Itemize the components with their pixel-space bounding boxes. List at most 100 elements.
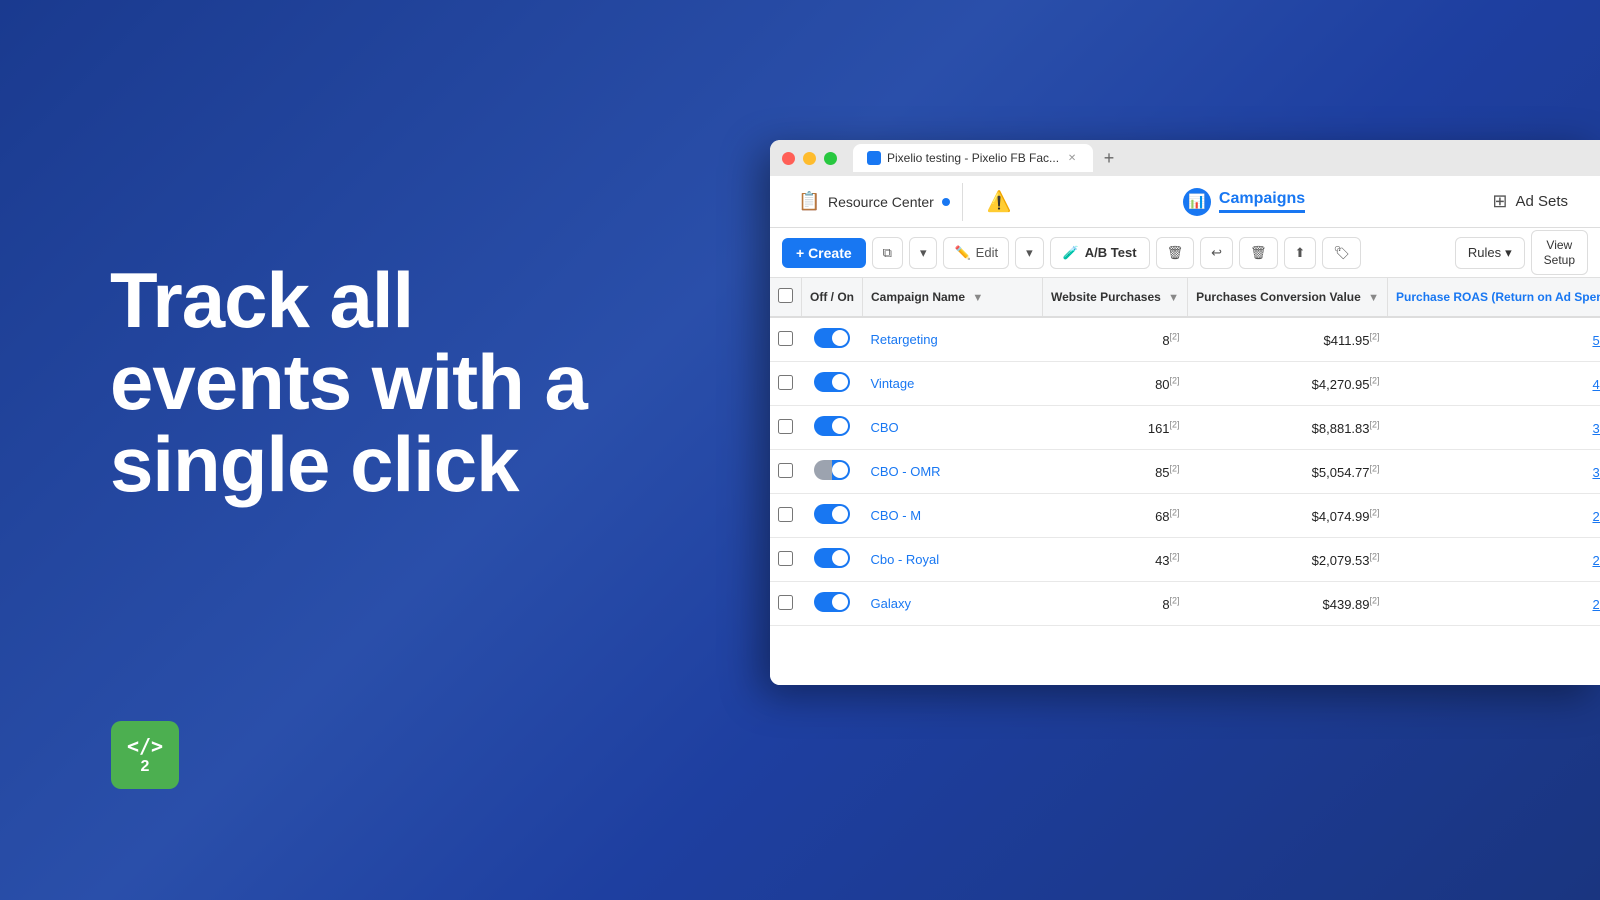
roas-value-1: 4.27[2]	[1592, 377, 1600, 392]
ad-sets-label: Ad Sets	[1515, 193, 1568, 210]
traffic-light-green[interactable]	[824, 152, 837, 165]
browser-tab-active[interactable]: Pixelio testing - Pixelio FB Fac... ✕	[853, 144, 1093, 172]
resource-center-nav[interactable]: 📋 Resource Center	[786, 183, 963, 221]
tab-bar: Pixelio testing - Pixelio FB Fac... ✕ +	[853, 144, 1588, 172]
conv-value-filter-icon: ▼	[1368, 292, 1379, 304]
row-checkbox-1[interactable]	[778, 375, 793, 390]
purchases-value-4: 68[2]	[1155, 509, 1179, 524]
logo-code-symbol: </>	[127, 734, 163, 758]
delete-button[interactable]: 🗑	[1156, 237, 1195, 269]
th-checkbox	[770, 278, 802, 317]
toggle-switch-4[interactable]	[814, 504, 850, 524]
row-checkbox-2[interactable]	[778, 419, 793, 434]
conv-value-3: $5,054.77[2]	[1312, 465, 1380, 480]
tab-close-icon[interactable]: ✕	[1065, 151, 1079, 165]
ad-sets-nav[interactable]: ⊞ Ad Sets	[1476, 191, 1584, 212]
create-button[interactable]: + Create	[782, 238, 866, 268]
tab-title: Pixelio testing - Pixelio FB Fac...	[887, 151, 1059, 165]
roas-value-0: 5.56[2]	[1592, 333, 1600, 348]
campaign-link-4[interactable]: CBO - M	[871, 508, 922, 523]
campaign-link-1[interactable]: Vintage	[871, 376, 915, 391]
ab-test-icon: 🧪	[1063, 245, 1079, 261]
toggle-switch-1[interactable]	[814, 372, 850, 392]
app-content: 📋 Resource Center ⚠️ 📊 Campaigns ⊞ Ad Se…	[770, 176, 1600, 685]
traffic-light-red[interactable]	[782, 152, 795, 165]
conv-value-5: $2,079.53[2]	[1312, 553, 1380, 568]
row-checkbox-4[interactable]	[778, 507, 793, 522]
view-setup-button[interactable]: ViewSetup	[1531, 230, 1588, 275]
table-header-row: Off / On Campaign Name ▼ Website Purchas…	[770, 278, 1600, 317]
row-checkbox-5[interactable]	[778, 551, 793, 566]
conv-value-0: $411.95[2]	[1323, 333, 1379, 348]
roas-value-3: 3.03[2]	[1592, 465, 1600, 480]
th-website-purchases[interactable]: Website Purchases ▼	[1043, 278, 1188, 317]
conv-value-6: $439.89[2]	[1323, 597, 1380, 612]
campaigns-table: Off / On Campaign Name ▼ Website Purchas…	[770, 278, 1600, 626]
table-row: Galaxy8[2]$439.89[2]2.20[2]$43	[770, 582, 1600, 626]
table-row: CBO - M68[2]$4,074.99[2]2.97[2]$4,07	[770, 494, 1600, 538]
campaigns-icon: 📊	[1183, 188, 1211, 216]
rules-dropdown-icon: ▾	[1505, 245, 1512, 261]
edit-dropdown-button[interactable]: ▾	[1015, 237, 1044, 269]
row-checkbox-0[interactable]	[778, 331, 793, 346]
export-button[interactable]: ⬆	[1284, 237, 1317, 269]
campaign-name-filter-icon: ▼	[972, 292, 983, 304]
warning-icon: ⚠️	[987, 189, 1012, 214]
duplicate-dropdown-button[interactable]: ▾	[909, 237, 938, 269]
hero-section: Track all events with a single click	[110, 260, 670, 506]
rules-button[interactable]: Rules ▾	[1455, 237, 1525, 269]
table-row: CBO - OMR85[2]$5,054.77[2]3.03[2]$5,05	[770, 450, 1600, 494]
campaigns-nav: 📊 Campaigns	[1028, 188, 1461, 216]
top-nav: 📋 Resource Center ⚠️ 📊 Campaigns ⊞ Ad Se…	[770, 176, 1600, 228]
roas-value-6: 2.20[2]	[1592, 597, 1600, 612]
toggle-switch-2[interactable]	[814, 416, 850, 436]
toggle-switch-0[interactable]	[814, 328, 850, 348]
new-tab-button[interactable]: +	[1097, 146, 1121, 170]
campaigns-table-container: Off / On Campaign Name ▼ Website Purchas…	[770, 278, 1600, 685]
main-heading: Track all events with a single click	[110, 260, 670, 506]
purchases-value-1: 80[2]	[1155, 377, 1179, 392]
ad-sets-icon: ⊞	[1492, 191, 1507, 212]
campaign-link-2[interactable]: CBO	[871, 420, 899, 435]
edit-button[interactable]: ✏️ Edit	[943, 237, 1009, 269]
resource-center-label: Resource Center	[828, 194, 934, 210]
roas-value-4: 2.97[2]	[1592, 509, 1600, 524]
purchases-value-3: 85[2]	[1155, 465, 1179, 480]
th-roas[interactable]: Purchase ROAS (Return on Ad Spend) ↓	[1388, 278, 1600, 317]
toggle-switch-6[interactable]	[814, 592, 850, 612]
resource-center-dot	[942, 198, 950, 206]
conv-value-2: $8,881.83[2]	[1312, 421, 1380, 436]
browser-window: Pixelio testing - Pixelio FB Fac... ✕ + …	[770, 140, 1600, 685]
th-conv-value[interactable]: Purchases Conversion Value ▼	[1188, 278, 1388, 317]
edit-icon: ✏️	[954, 245, 970, 261]
purchases-value-6: 8[2]	[1162, 597, 1179, 612]
undo-button[interactable]: ↩	[1200, 237, 1233, 269]
row-checkbox-6[interactable]	[778, 595, 793, 610]
conv-value-1: $4,270.95[2]	[1312, 377, 1380, 392]
toggle-switch-3[interactable]	[814, 460, 850, 480]
logo-number: 2	[141, 758, 150, 776]
tab-favicon	[867, 151, 881, 165]
roas-value-5: 2.61[2]	[1592, 553, 1600, 568]
logo-icon: </> 2	[111, 721, 179, 789]
table-row: Retargeting8[2]$411.95[2]5.56[2]$41	[770, 317, 1600, 362]
duplicate-button[interactable]: ⧉	[872, 237, 903, 269]
row-checkbox-3[interactable]	[778, 463, 793, 478]
campaign-link-0[interactable]: Retargeting	[871, 332, 938, 347]
campaign-link-6[interactable]: Galaxy	[871, 596, 911, 611]
th-campaign-name[interactable]: Campaign Name ▼	[863, 278, 1043, 317]
campaigns-label[interactable]: Campaigns	[1219, 190, 1305, 213]
purchases-filter-icon: ▼	[1168, 292, 1179, 304]
ab-test-button[interactable]: 🧪 A/B Test	[1050, 237, 1150, 269]
toggle-switch-5[interactable]	[814, 548, 850, 568]
table-row: Cbo - Royal43[2]$2,079.53[2]2.61[2]$2,07	[770, 538, 1600, 582]
purchases-value-0: 8[2]	[1162, 333, 1179, 348]
restore-button[interactable]: 🗑	[1239, 237, 1278, 269]
campaign-link-5[interactable]: Cbo - Royal	[871, 552, 940, 567]
select-all-checkbox[interactable]	[778, 288, 793, 303]
browser-chrome: Pixelio testing - Pixelio FB Fac... ✕ +	[770, 140, 1600, 176]
tag-button[interactable]: 🏷	[1322, 237, 1361, 269]
campaign-link-3[interactable]: CBO - OMR	[871, 464, 941, 479]
traffic-light-yellow[interactable]	[803, 152, 816, 165]
logo-badge: </> 2	[110, 720, 180, 790]
